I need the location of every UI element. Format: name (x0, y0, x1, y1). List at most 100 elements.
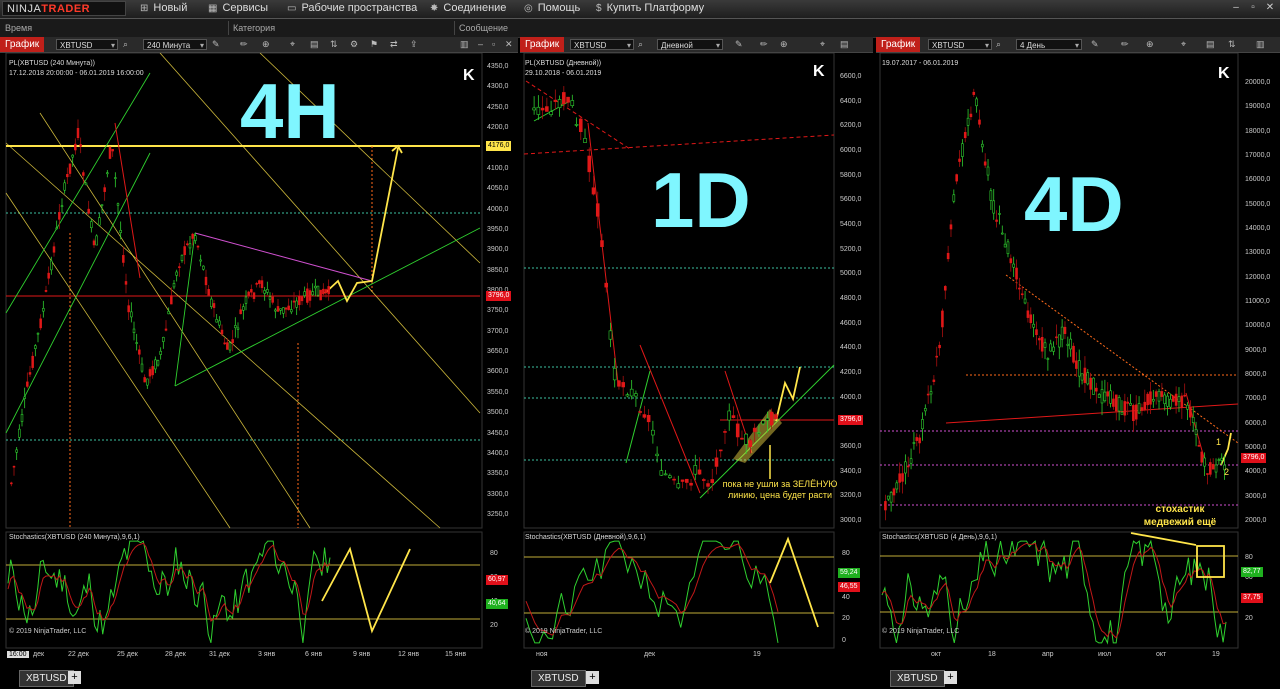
candle-body (170, 295, 173, 305)
crosshair-icon[interactable]: ⌖ (290, 39, 295, 50)
candle-body (1077, 360, 1081, 377)
strategy-icon[interactable]: ⚙ (350, 39, 358, 50)
menu-connection[interactable]: ✸ Соединение (430, 1, 506, 16)
candle-body (1095, 387, 1098, 392)
candle-body (1114, 394, 1118, 412)
indicators-icon[interactable]: ⇅ (1228, 39, 1236, 50)
chart-tab[interactable]: График (0, 37, 45, 52)
pencil-icon[interactable]: ✏ (760, 39, 768, 50)
close-icon[interactable]: ✕ (1264, 2, 1276, 14)
axis-tick-label: 6000,0 (1245, 419, 1267, 427)
candle-body (188, 243, 192, 249)
price-chart-4d[interactable] (876, 53, 1280, 689)
candle-body (642, 414, 647, 418)
candle-body (210, 298, 213, 307)
chart-tab[interactable]: График (520, 37, 565, 52)
interval-select[interactable]: 4 День (1016, 39, 1082, 51)
log-column-time[interactable]: Время (5, 23, 32, 33)
candle-body (966, 117, 970, 126)
interval-select[interactable]: 240 Минута (143, 39, 207, 51)
add-tab-button[interactable]: + (586, 671, 599, 684)
candle-body (600, 240, 604, 247)
maximize-icon[interactable]: ▫ (1247, 2, 1259, 14)
candle-body (82, 172, 85, 176)
price-chart-1d[interactable] (520, 53, 873, 689)
connection-icon: ✸ (430, 3, 439, 14)
candle-body (1191, 416, 1195, 423)
zoom-icon[interactable]: ⊕ (780, 39, 788, 50)
properties-icon[interactable]: ▤ (840, 39, 849, 50)
menu-buy-platform[interactable]: $ Купить Платформу (596, 1, 704, 16)
properties-icon[interactable]: ▤ (310, 39, 319, 50)
candle-body (757, 432, 761, 434)
candle-body (279, 308, 282, 311)
menu-services[interactable]: ▦ Сервисы (208, 1, 268, 16)
pencil-icon[interactable]: ✏ (1121, 39, 1129, 50)
column-divider[interactable] (228, 21, 229, 35)
candle-body (119, 230, 122, 233)
log-column-category[interactable]: Категория (233, 23, 275, 33)
crosshair-icon[interactable]: ⌖ (820, 39, 825, 50)
instrument-select[interactable]: XBTUSD (570, 39, 634, 51)
layout-icon[interactable]: ▥ (1256, 39, 1265, 50)
candle-body (1194, 429, 1198, 435)
indicators-icon[interactable]: ⇅ (330, 39, 338, 50)
minimize-icon[interactable]: – (478, 39, 483, 50)
zoom-icon[interactable]: ⊕ (1146, 39, 1154, 50)
candle-body (44, 290, 48, 292)
copyright: © 2019 NinjaTrader, LLC (882, 628, 960, 635)
candle-body (276, 306, 280, 312)
last-price-tag: 3796,0 (1241, 453, 1267, 463)
crosshair-icon[interactable]: ⌖ (1181, 39, 1186, 50)
candle-body (884, 501, 887, 511)
add-tab-button[interactable]: + (944, 671, 957, 684)
settings-icon[interactable]: ✎ (735, 39, 743, 50)
candle-body (557, 99, 562, 108)
search-icon[interactable]: ⌕ (123, 39, 128, 50)
share-icon[interactable]: ⇪ (410, 39, 418, 50)
zoom-icon[interactable]: ⊕ (262, 39, 270, 50)
search-icon[interactable]: ⌕ (638, 39, 643, 50)
candle-body (774, 414, 778, 419)
candle-body (1103, 391, 1107, 402)
chart-date-range: 19.07.2017 - 06.01.2019 (882, 60, 959, 67)
candle-body (693, 465, 698, 475)
chart-tab[interactable]: График (876, 37, 921, 52)
candle-body (319, 289, 322, 301)
candle-body (608, 330, 613, 340)
time-tick-label: 6 янв (305, 651, 323, 658)
search-icon[interactable]: ⌕ (996, 39, 1001, 50)
candle-body (1109, 390, 1112, 404)
maximize-icon[interactable]: ▫ (492, 39, 495, 50)
add-tab-button[interactable]: + (68, 671, 81, 684)
instrument-select[interactable]: XBTUSD (928, 39, 992, 51)
instrument-tab[interactable]: XBTUSD (531, 670, 586, 687)
axis-tick-label: 40 (842, 593, 850, 601)
pencil-icon[interactable]: ✏ (240, 39, 248, 50)
instrument-tab[interactable]: XBTUSD (19, 670, 74, 687)
menu-help[interactable]: ◎ Помощь (524, 1, 580, 16)
close-icon[interactable]: ✕ (505, 39, 513, 50)
layout-icon[interactable]: ▥ (460, 39, 469, 50)
alerts-icon[interactable]: ⚑ (370, 39, 378, 50)
log-column-message[interactable]: Сообщение (459, 23, 508, 33)
candle-body (1134, 404, 1138, 420)
column-divider[interactable] (454, 21, 455, 35)
candle-body (946, 252, 950, 260)
settings-icon[interactable]: ✎ (212, 39, 220, 50)
instrument-tab[interactable]: XBTUSD (890, 670, 945, 687)
trade-icon[interactable]: ⇄ (390, 39, 398, 50)
candle-body (553, 99, 558, 102)
candle-body (958, 158, 961, 162)
interval-select[interactable]: Дневной (657, 39, 723, 51)
minimize-icon[interactable]: – (1230, 2, 1242, 14)
menu-workspaces[interactable]: ▭ Рабочие пространства (287, 1, 417, 16)
settings-icon[interactable]: ✎ (1091, 39, 1099, 50)
instrument-select[interactable]: XBTUSD (56, 39, 118, 51)
candle-body (215, 319, 218, 323)
candle-body (1100, 389, 1104, 404)
candle-body (226, 342, 229, 350)
axis-tick-label: 3400,0 (840, 467, 862, 475)
properties-icon[interactable]: ▤ (1206, 39, 1215, 50)
menu-new[interactable]: ⊞ Новый (140, 1, 187, 16)
